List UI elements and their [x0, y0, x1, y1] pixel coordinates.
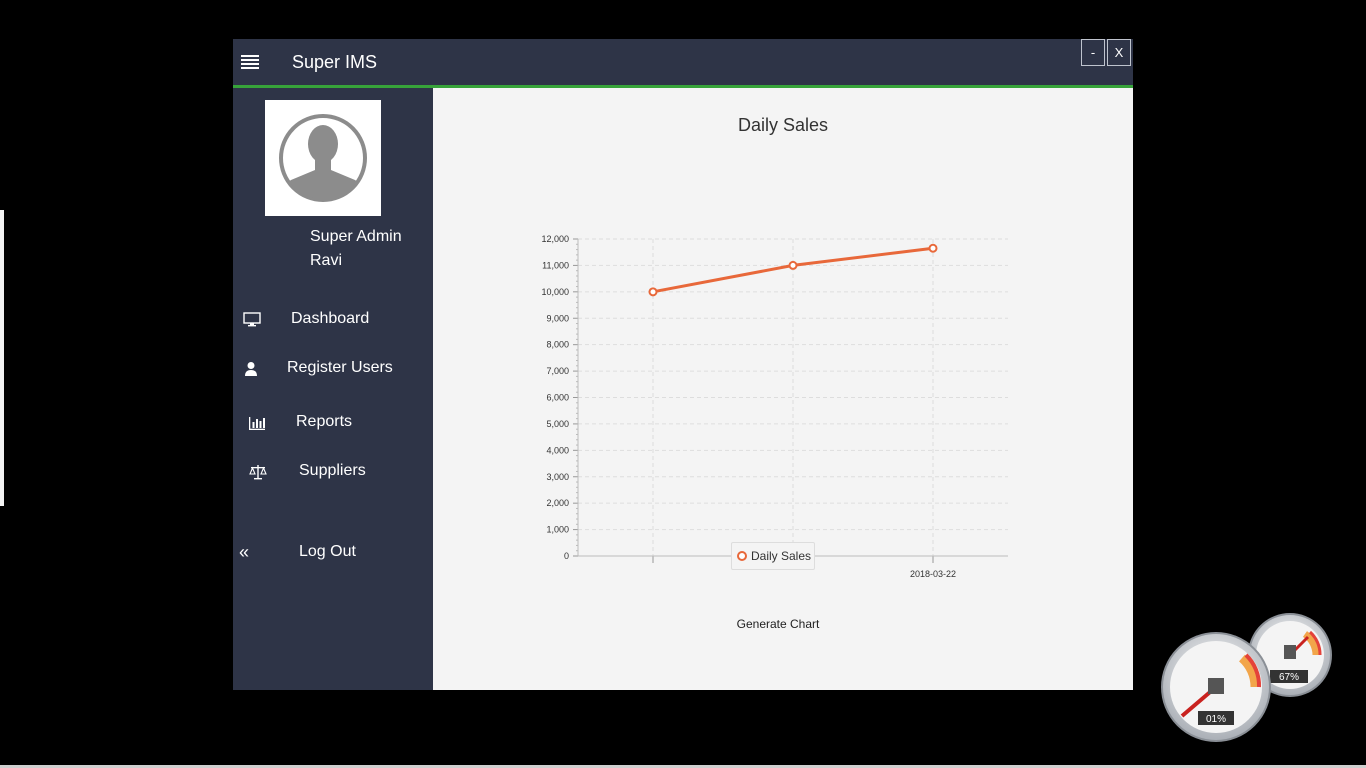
- app-window: Super IMS - X Super Admin Ravi Dashboard: [233, 39, 1133, 690]
- generate-chart-button[interactable]: Generate Chart: [723, 613, 833, 637]
- scale-icon: [249, 465, 267, 480]
- y-tick-label: 0: [564, 551, 569, 561]
- user-icon: [245, 362, 257, 376]
- cpu-meter-gadget[interactable]: 67% 01%: [1160, 612, 1332, 744]
- y-tick-label: 12,000: [541, 234, 569, 244]
- nav-reports-label: Reports: [296, 413, 353, 430]
- nav-register-users[interactable]: Register Users: [233, 349, 433, 389]
- avatar: [265, 100, 381, 216]
- background-window-edge: [0, 210, 4, 506]
- y-tick-label: 10,000: [541, 287, 569, 297]
- chart-legend[interactable]: Daily Sales: [731, 542, 815, 570]
- data-point: [788, 260, 798, 270]
- nav-register-users-label: Register Users: [287, 359, 393, 376]
- y-tick-label: 9,000: [546, 313, 569, 323]
- legend-label: Daily Sales: [751, 549, 812, 563]
- nav-reports[interactable]: Reports: [233, 403, 433, 443]
- y-tick-label: 8,000: [546, 340, 569, 350]
- title-bar: Super IMS: [233, 39, 1133, 88]
- cpu-percent: 01%: [1206, 714, 1226, 725]
- legend-marker: [737, 551, 747, 561]
- nav-suppliers[interactable]: Suppliers: [233, 452, 433, 492]
- nav-dashboard[interactable]: Dashboard: [233, 300, 433, 340]
- y-tick-label: 5,000: [546, 419, 569, 429]
- nav-log-out-label: Log Out: [299, 543, 356, 560]
- y-tick-label: 1,000: [546, 525, 569, 535]
- nav-log-out[interactable]: « Log Out: [233, 533, 433, 573]
- sidebar: Super Admin Ravi Dashboard Register User…: [233, 88, 433, 690]
- y-tick-label: 2,000: [546, 498, 569, 508]
- y-tick-label: 7,000: [546, 366, 569, 376]
- nav-dashboard-label: Dashboard: [291, 310, 370, 327]
- main-content: Daily Sales 0 1,000 2,000 3,000 4,000 5,000 6,…: [433, 88, 1133, 690]
- memory-percent: 67%: [1279, 672, 1299, 683]
- double-chevron-left-icon: «: [239, 542, 250, 562]
- line-chart: 0 1,000 2,000 3,000 4,000 5,000 6,000 7,000 8,00…: [541, 234, 1008, 579]
- monitor-icon: [243, 312, 261, 327]
- y-tick-label: 3,000: [546, 472, 569, 482]
- bar-chart-icon: [249, 417, 265, 430]
- y-tick-label: 11,000: [542, 260, 569, 270]
- user-role: Super Admin: [310, 228, 402, 245]
- y-tick-label: 6,000: [546, 393, 569, 403]
- data-point: [928, 243, 938, 253]
- user-name: Ravi: [310, 252, 343, 269]
- app-title: Super IMS: [292, 52, 378, 72]
- user-avatar-icon: [279, 114, 367, 202]
- hamburger-menu-icon[interactable]: [241, 55, 259, 69]
- data-point: [648, 287, 658, 297]
- nav-suppliers-label: Suppliers: [299, 462, 366, 479]
- y-tick-label: 4,000: [546, 445, 569, 455]
- cpu-gauge: 01%: [1161, 632, 1271, 742]
- x-tick-label: 2018-03-22: [910, 569, 956, 579]
- close-button[interactable]: X: [1107, 39, 1131, 66]
- minimize-button[interactable]: -: [1081, 39, 1105, 66]
